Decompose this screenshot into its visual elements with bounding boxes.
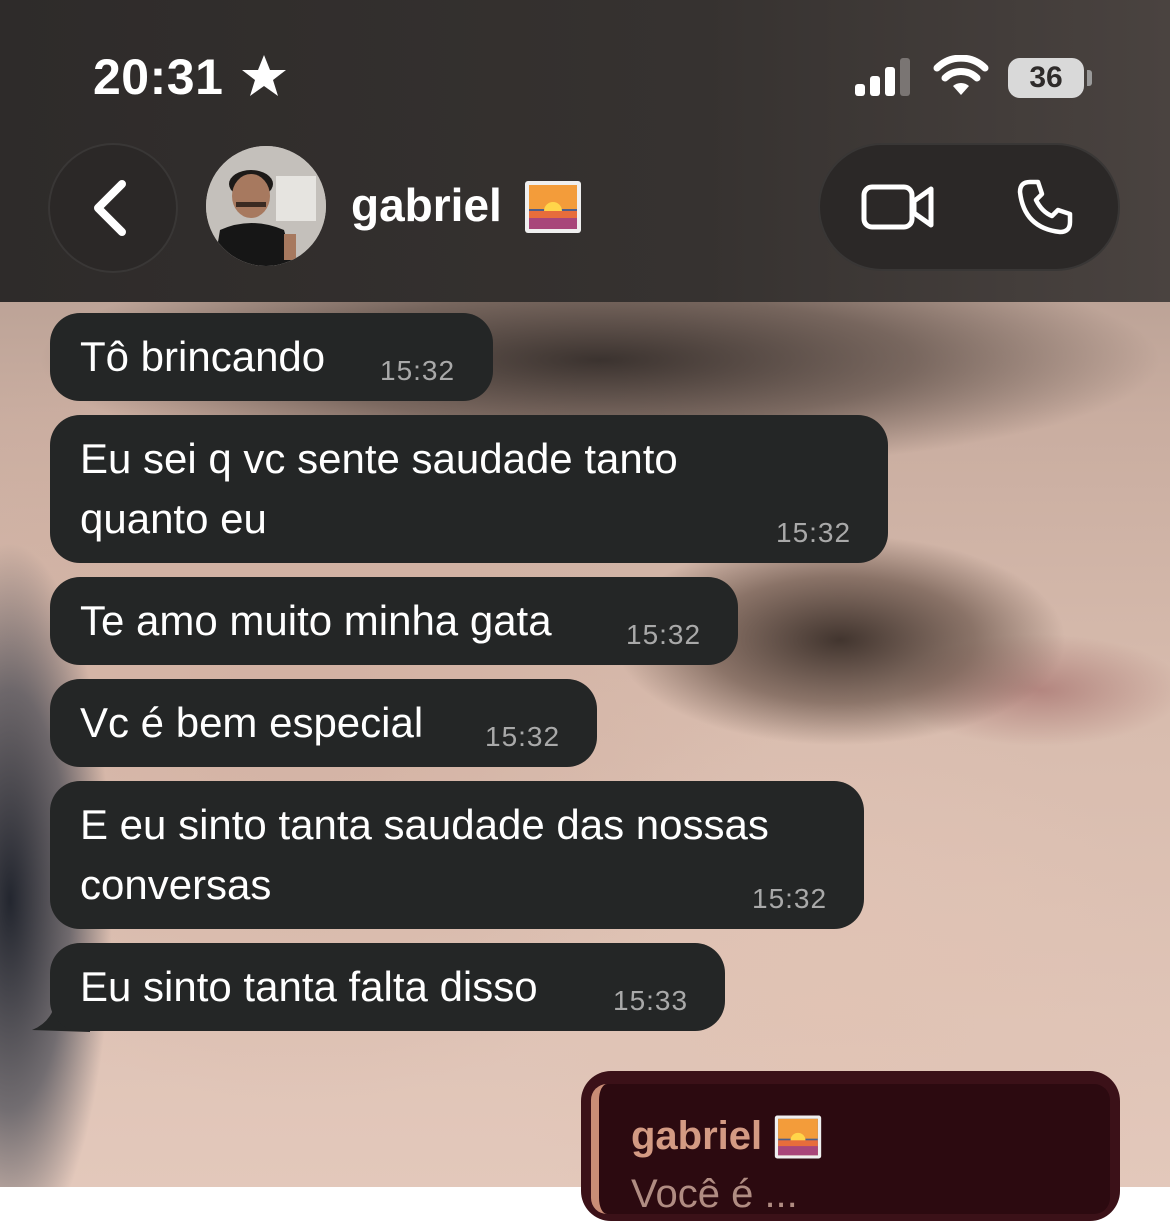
contact-name[interactable]: gabriel [351, 178, 502, 232]
message-text: Eu sei q vc sente saudade tanto [80, 435, 678, 482]
message-text: quanto eu [80, 495, 267, 542]
sunrise-icon [525, 181, 581, 233]
video-camera-icon [861, 184, 934, 230]
message-time: 15:32 [485, 721, 561, 752]
message-time: 15:33 [613, 985, 689, 1016]
message-time: 15:32 [752, 883, 828, 914]
wifi-icon [933, 55, 989, 95]
phone-icon [1017, 179, 1073, 235]
message-bubble[interactable]: Tô brincando 15:32 [50, 313, 493, 401]
sunrise-icon [774, 1115, 822, 1159]
status-time: 20:31 [93, 49, 224, 105]
message-bubble[interactable]: Eu sinto tanta falta disso 15:33 [50, 943, 725, 1031]
quoted-sender: gabriel [631, 1114, 763, 1158]
message-bubble[interactable]: Eu sei q vc sente saudade tanto quanto e… [50, 415, 888, 563]
message-bubble[interactable]: Vc é bem especial 15:32 [50, 679, 597, 767]
message-text: Tô brincando [80, 333, 326, 380]
message-text: Vc é bem especial [80, 699, 424, 746]
message-text: Eu sinto tanta falta disso [80, 963, 538, 1010]
chevron-left-icon [94, 180, 126, 236]
avatar-photo [206, 146, 326, 266]
video-call-button[interactable] [842, 165, 954, 249]
message-text: conversas [80, 861, 272, 908]
back-button[interactable] [48, 143, 178, 273]
battery-tip [1087, 70, 1092, 86]
message-text: Te amo muito minha gata [80, 597, 552, 644]
voice-call-button[interactable] [995, 165, 1095, 249]
battery-icon: 36 [1008, 58, 1084, 98]
cellular-signal-icon [855, 58, 910, 96]
message-time: 15:32 [776, 517, 852, 548]
avatar[interactable] [206, 146, 326, 266]
message-time: 15:32 [380, 355, 456, 386]
message-bubble[interactable]: E eu sinto tanta saudade das nossas conv… [50, 781, 864, 929]
message-time: 15:32 [626, 619, 702, 650]
message-text: E eu sinto tanta saudade das nossas [80, 801, 769, 848]
message-bubble[interactable]: Te amo muito minha gata 15:32 [50, 577, 738, 665]
quoted-snippet: Você é ... [631, 1172, 798, 1216]
star-icon [242, 55, 286, 96]
